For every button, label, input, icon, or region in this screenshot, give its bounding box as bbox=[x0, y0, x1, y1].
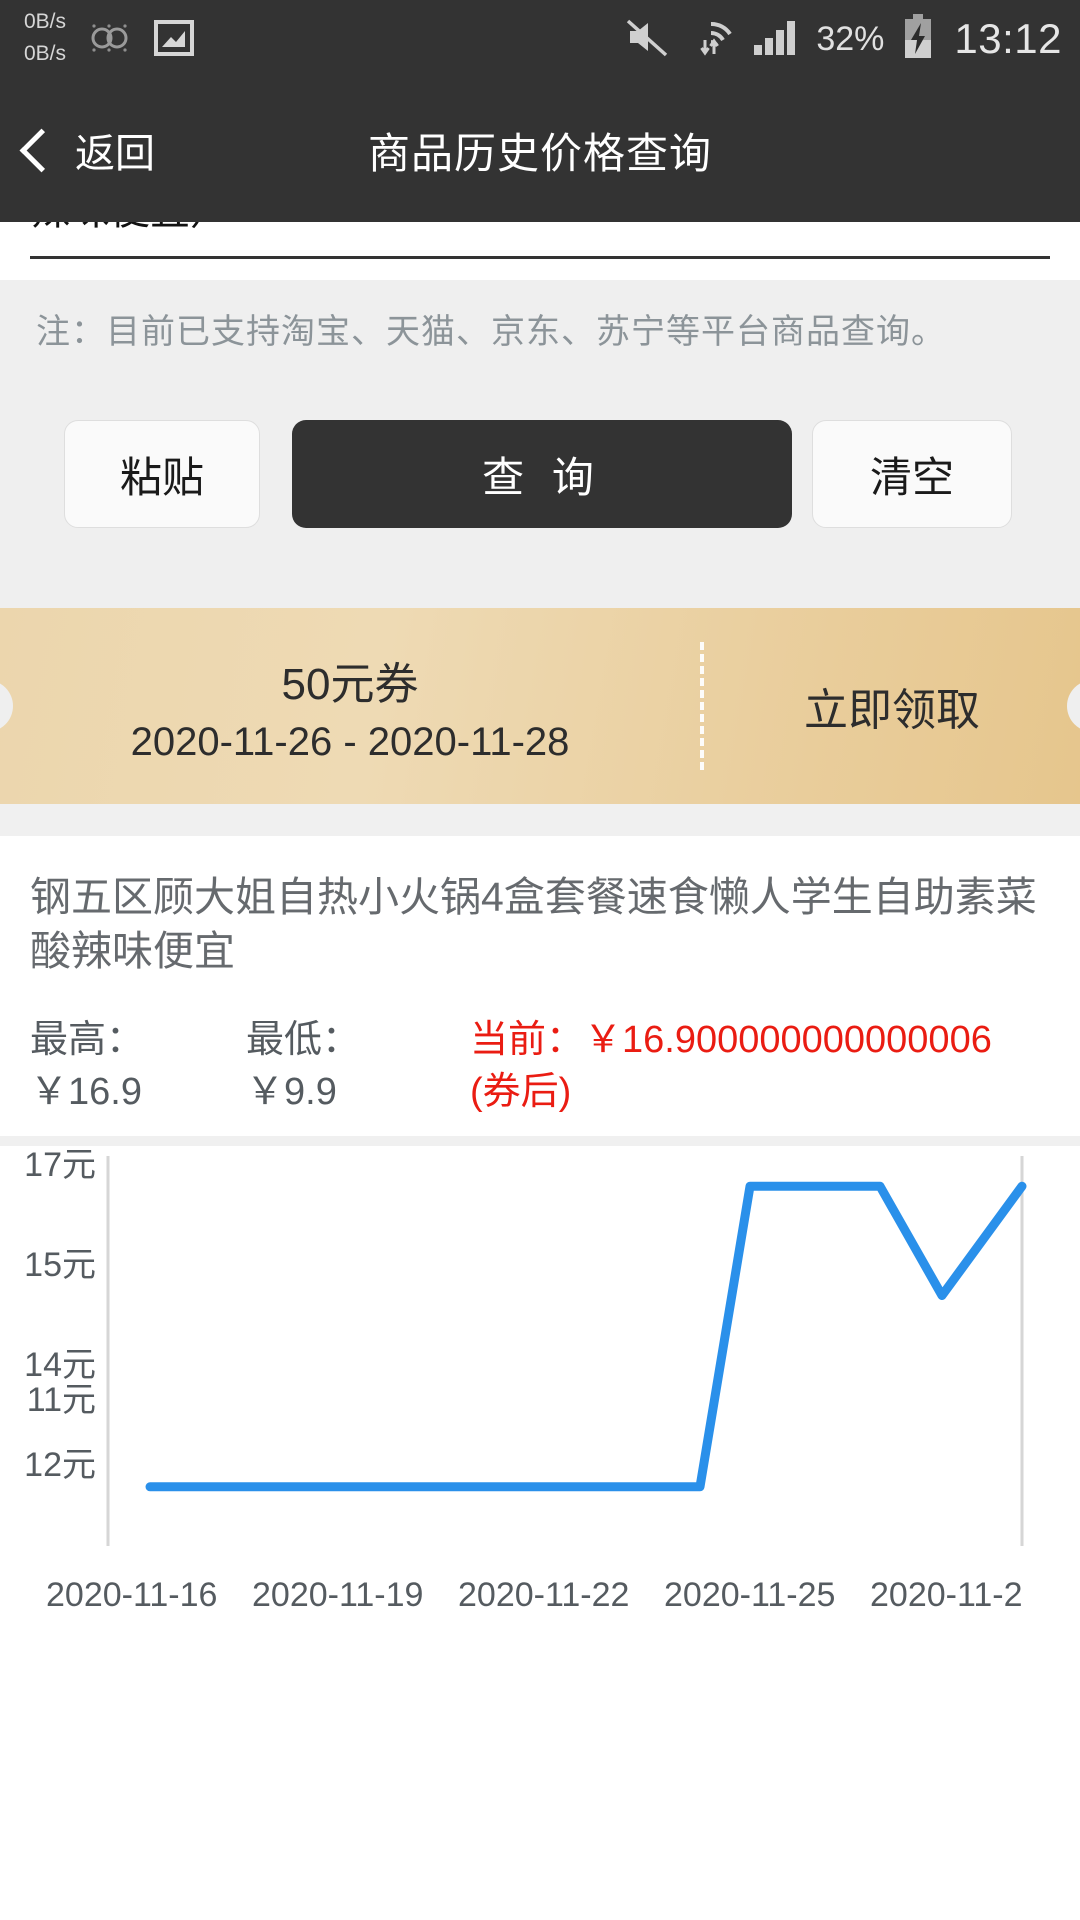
app-screen: 0B/s 0B/s 32% 13:12 返回 商品历史价格查询 注：目前已支持淘… bbox=[0, 0, 1080, 1920]
action-button-row: 粘贴 查 询 清空 bbox=[0, 380, 1080, 608]
status-bar: 0B/s 0B/s 32% 13:12 bbox=[0, 0, 1080, 78]
price-history-chart[interactable]: 17元 15元 14元 12元 11元 11元 2020-11-26 价格:16… bbox=[0, 1146, 1080, 1576]
mute-icon bbox=[626, 17, 670, 62]
chart-x-axis: 2020-11-16 2020-11-19 2020-11-22 2020-11… bbox=[0, 1576, 1080, 1646]
x-tick-0: 2020-11-16 bbox=[46, 1576, 218, 1614]
battery-charging-icon bbox=[902, 13, 934, 65]
note-area: 注：目前已支持淘宝、天猫、京东、苏宁等平台商品查询。 bbox=[0, 280, 1080, 380]
price-current-label: 当前：￥16.900000000000006 bbox=[470, 1019, 992, 1061]
back-button[interactable]: 返回 bbox=[19, 78, 155, 222]
product-title: 钢五区顾大姐自热小火锅4盒套餐速食懒人学生自助素菜酸辣味便宜 bbox=[30, 874, 1037, 974]
price-low-value: ￥9.9 bbox=[246, 1071, 337, 1113]
network-speed-down: 0B/s bbox=[24, 42, 67, 65]
price-row: 最高： ￥16.9 最低： ￥9.9 当前：￥16.90000000000000… bbox=[30, 1014, 1050, 1124]
image-icon bbox=[154, 19, 195, 61]
network-speed-up: 0B/s bbox=[24, 10, 67, 33]
product-card: 钢五区顾大姐自热小火锅4盒套餐速食懒人学生自助素菜酸辣味便宜 最高： ￥16.9… bbox=[0, 836, 1080, 1136]
coupon-amount: 50元券 bbox=[281, 659, 419, 709]
chevron-left-icon bbox=[19, 128, 64, 172]
signal-icon bbox=[752, 17, 798, 62]
coupon-banner[interactable]: 50元券 2020-11-26 - 2020-11-28 立即领取 bbox=[0, 608, 1080, 804]
coupon-claim-button[interactable]: 立即领取 bbox=[704, 608, 1080, 804]
status-bar-right: 32% 13:12 bbox=[608, 0, 1062, 78]
title-bar: 返回 商品历史价格查询 bbox=[0, 78, 1080, 222]
price-current-suffix: (券后) bbox=[470, 1071, 572, 1113]
x-tick-2: 2020-11-22 bbox=[458, 1576, 630, 1614]
search-input[interactable]: 辣味便宜） bbox=[30, 222, 1050, 259]
paste-button[interactable]: 粘贴 bbox=[64, 420, 260, 528]
back-button-label: 返回 bbox=[75, 132, 155, 176]
search-input-container: 辣味便宜） bbox=[0, 222, 1080, 280]
page-title: 商品历史价格查询 bbox=[367, 129, 712, 177]
price-high: 最高： ￥16.9 bbox=[30, 1014, 144, 1118]
coupon-info: 50元券 2020-11-26 - 2020-11-28 bbox=[0, 608, 700, 804]
y-tick-11b: 11元 bbox=[27, 1381, 96, 1419]
note-text: 注：目前已支持淘宝、天猫、京东、苏宁等平台商品查询。 bbox=[36, 313, 946, 351]
price-low: 最低： ￥9.9 bbox=[246, 1014, 360, 1118]
x-tick-3: 2020-11-25 bbox=[664, 1576, 836, 1614]
status-bar-left: 0B/s 0B/s bbox=[24, 6, 195, 70]
x-tick-4: 2020-11-2 bbox=[870, 1576, 1023, 1614]
page-bottom-area bbox=[0, 1646, 1080, 1920]
query-button[interactable]: 查 询 bbox=[292, 420, 792, 528]
price-high-value: ￥16.9 bbox=[30, 1071, 142, 1113]
chart-ylabels-overlay: 11元 bbox=[27, 1381, 96, 1419]
x-tick-1: 2020-11-19 bbox=[252, 1576, 424, 1614]
clock: 13:12 bbox=[954, 15, 1062, 62]
battery-percent: 32% bbox=[816, 19, 885, 58]
coupon-date-range: 2020-11-26 - 2020-11-28 bbox=[130, 719, 570, 764]
infinity-icon bbox=[88, 23, 132, 58]
price-high-label: 最高： bbox=[30, 1019, 145, 1061]
price-current: 当前：￥16.900000000000006 (券后) bbox=[470, 1014, 992, 1118]
wifi-icon bbox=[688, 16, 734, 63]
price-low-label: 最低： bbox=[246, 1019, 361, 1061]
clear-button[interactable]: 清空 bbox=[812, 420, 1012, 528]
network-speed: 0B/s 0B/s bbox=[24, 6, 66, 70]
